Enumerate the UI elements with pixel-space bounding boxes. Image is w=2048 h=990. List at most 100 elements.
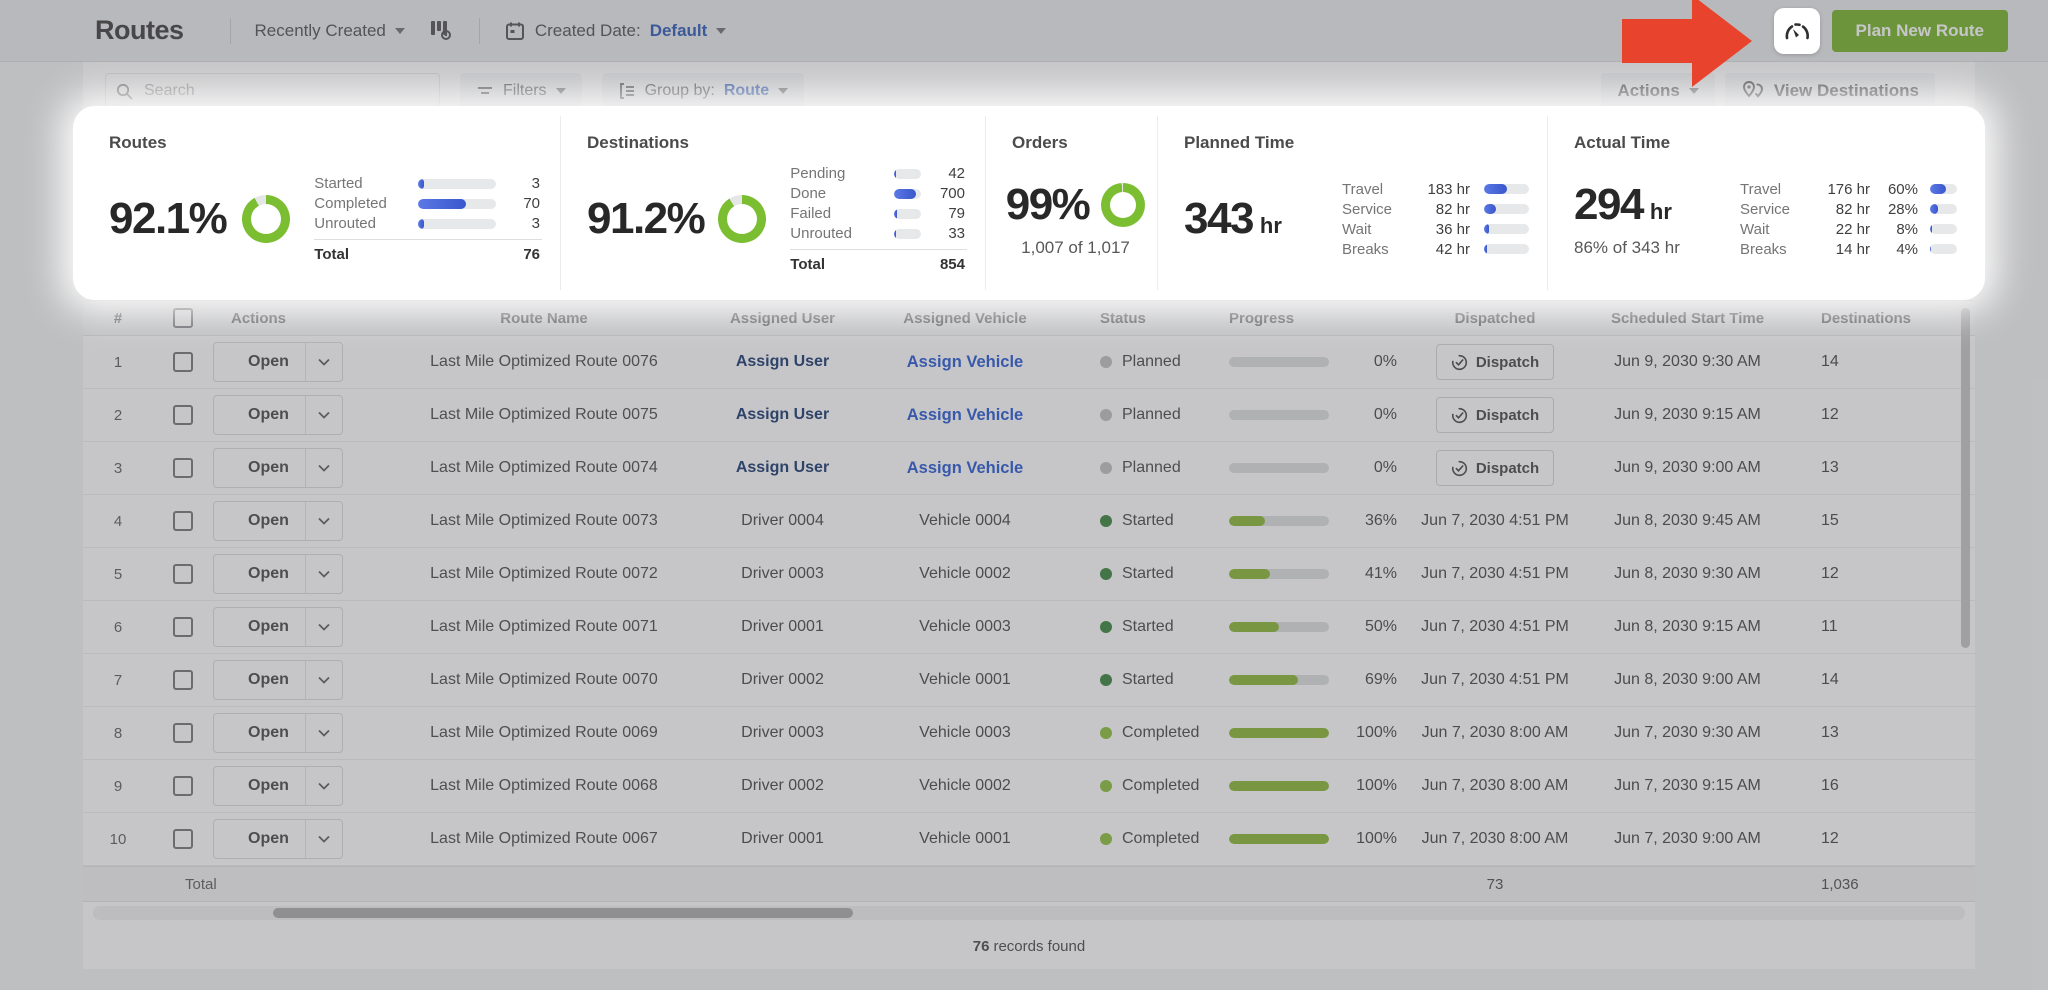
row-checkbox[interactable]: [173, 511, 193, 531]
progress-cell: 100%: [1215, 830, 1397, 848]
total-label: Total: [185, 875, 217, 893]
column-header-progress[interactable]: Progress: [1215, 310, 1294, 327]
column-settings-button[interactable]: [423, 12, 457, 49]
column-header-assigned-vehicle[interactable]: Assigned Vehicle: [903, 310, 1026, 327]
created-date-filter[interactable]: Created Date: Default: [502, 16, 728, 46]
open-button[interactable]: Open: [232, 714, 305, 752]
stat-bar-fill: [1930, 224, 1933, 234]
kpi-summary-panel: Routes 92.1% Started 3 Completed 70 Unrouted…: [83, 116, 1975, 290]
row-checkbox[interactable]: [173, 458, 193, 478]
row-checkbox[interactable]: [173, 829, 193, 849]
stat-total-row: Total 76: [314, 239, 542, 264]
kpi-destinations-percent: 91.2%: [587, 194, 706, 243]
column-header-dispatched[interactable]: Dispatched: [1455, 310, 1536, 327]
open-chevron-button[interactable]: [304, 449, 342, 487]
filter-icon: [478, 87, 492, 94]
assigned-user: Driver 0001: [741, 618, 824, 635]
column-header-status[interactable]: Status: [1060, 310, 1146, 327]
scheduled-start-time: Jun 9, 2030 9:00 AM: [1614, 459, 1761, 476]
progress-cell: 100%: [1215, 777, 1397, 795]
open-button[interactable]: Open: [232, 396, 305, 434]
progress-bar: [1229, 516, 1329, 526]
table-row: 4 Open Last Mile Optimized Route 0073 Drive…: [83, 495, 1975, 548]
destinations-count: 12: [1821, 406, 1839, 423]
row-checkbox[interactable]: [173, 723, 193, 743]
row-checkbox[interactable]: [173, 670, 193, 690]
row-checkbox[interactable]: [173, 405, 193, 425]
open-chevron-button[interactable]: [304, 767, 342, 805]
gauge-icon: [1785, 22, 1809, 39]
open-button[interactable]: Open: [232, 767, 305, 805]
column-header-assigned-user[interactable]: Assigned User: [730, 310, 835, 327]
assigned-user: Driver 0003: [741, 724, 824, 741]
assign-vehicle-link[interactable]: Assign Vehicle: [907, 406, 1023, 425]
horizontal-scrollbar-thumb[interactable]: [273, 908, 853, 918]
status-label: Started: [1122, 565, 1174, 582]
stat-row: Unrouted 33: [790, 224, 967, 243]
open-chevron-button[interactable]: [304, 396, 342, 434]
filters-button[interactable]: Filters: [460, 73, 582, 109]
open-button[interactable]: Open: [232, 820, 305, 858]
column-header-route-name[interactable]: Route Name: [500, 310, 588, 327]
destinations-count: 14: [1821, 353, 1839, 370]
progress-percent: 0%: [1373, 406, 1397, 423]
stat-bar: [1930, 244, 1957, 254]
group-by-dropdown[interactable]: Group by: Route: [601, 73, 805, 109]
stat-bar: [1930, 224, 1957, 234]
open-chevron-button[interactable]: [304, 714, 342, 752]
stat-bar-fill: [1930, 184, 1947, 194]
chevron-down-icon: [318, 358, 330, 366]
search-input[interactable]: [105, 73, 440, 109]
open-button[interactable]: Open: [232, 343, 305, 381]
row-checkbox[interactable]: [173, 564, 193, 584]
actual-time-breakdown: Travel 176 hr 60% Service 82 hr 28% Wait 22 hr 8…: [1740, 179, 1957, 260]
column-header-actions[interactable]: Actions: [213, 310, 286, 327]
assign-user-link[interactable]: Assign User: [736, 406, 829, 424]
records-count-text: records found: [993, 937, 1086, 955]
progress-bar: [1229, 410, 1329, 420]
row-checkbox[interactable]: [173, 776, 193, 796]
progress-bar: [1229, 357, 1329, 367]
assign-user-link[interactable]: Assign User: [736, 459, 829, 477]
open-button[interactable]: Open: [232, 608, 305, 646]
open-chevron-button[interactable]: [304, 820, 342, 858]
row-checkbox[interactable]: [173, 352, 193, 372]
horizontal-scrollbar[interactable]: [93, 906, 1965, 920]
dispatch-button[interactable]: Dispatch: [1435, 397, 1555, 433]
column-header-scheduled[interactable]: Scheduled Start Time: [1611, 310, 1764, 327]
open-chevron-button[interactable]: [304, 608, 342, 646]
column-header-destinations[interactable]: Destinations: [1785, 310, 1911, 327]
divider: [478, 17, 480, 44]
column-header-num[interactable]: #: [114, 310, 122, 327]
stat-bar: [1484, 224, 1529, 234]
progress-bar: [1229, 781, 1329, 791]
assign-vehicle-link[interactable]: Assign Vehicle: [907, 353, 1023, 372]
row-checkbox[interactable]: [173, 617, 193, 637]
plan-new-route-button[interactable]: Plan New Route: [1831, 9, 2008, 52]
view-destinations-button[interactable]: View Destinations: [1724, 73, 1935, 109]
stat-label: Pending: [790, 165, 846, 182]
open-chevron-button[interactable]: [304, 661, 342, 699]
progress-bar: [1229, 463, 1329, 473]
assign-user-link[interactable]: Assign User: [736, 353, 829, 371]
open-chevron-button[interactable]: [304, 343, 342, 381]
open-button[interactable]: Open: [232, 502, 305, 540]
dispatch-button[interactable]: Dispatch: [1435, 344, 1555, 380]
stat-bar: [418, 178, 496, 189]
stat-label: Breaks: [1342, 240, 1389, 258]
select-all-checkbox[interactable]: [173, 308, 193, 328]
sort-dropdown[interactable]: Recently Created: [253, 17, 407, 45]
open-chevron-button[interactable]: [304, 555, 342, 593]
dispatch-check-icon: [1451, 407, 1467, 423]
open-button[interactable]: Open: [232, 555, 305, 593]
dispatch-button[interactable]: Dispatch: [1435, 450, 1555, 486]
open-button[interactable]: Open: [232, 661, 305, 699]
stat-label: Breaks: [1740, 240, 1787, 258]
open-chevron-button[interactable]: [304, 502, 342, 540]
table-row: 8 Open Last Mile Optimized Route 0069 Drive…: [83, 707, 1975, 760]
dashboard-toggle-button[interactable]: [1773, 7, 1820, 54]
assign-vehicle-link[interactable]: Assign Vehicle: [907, 459, 1023, 478]
open-button[interactable]: Open: [232, 449, 305, 487]
vertical-scrollbar-thumb[interactable]: [1961, 308, 1970, 648]
chevron-down-icon: [318, 676, 330, 684]
